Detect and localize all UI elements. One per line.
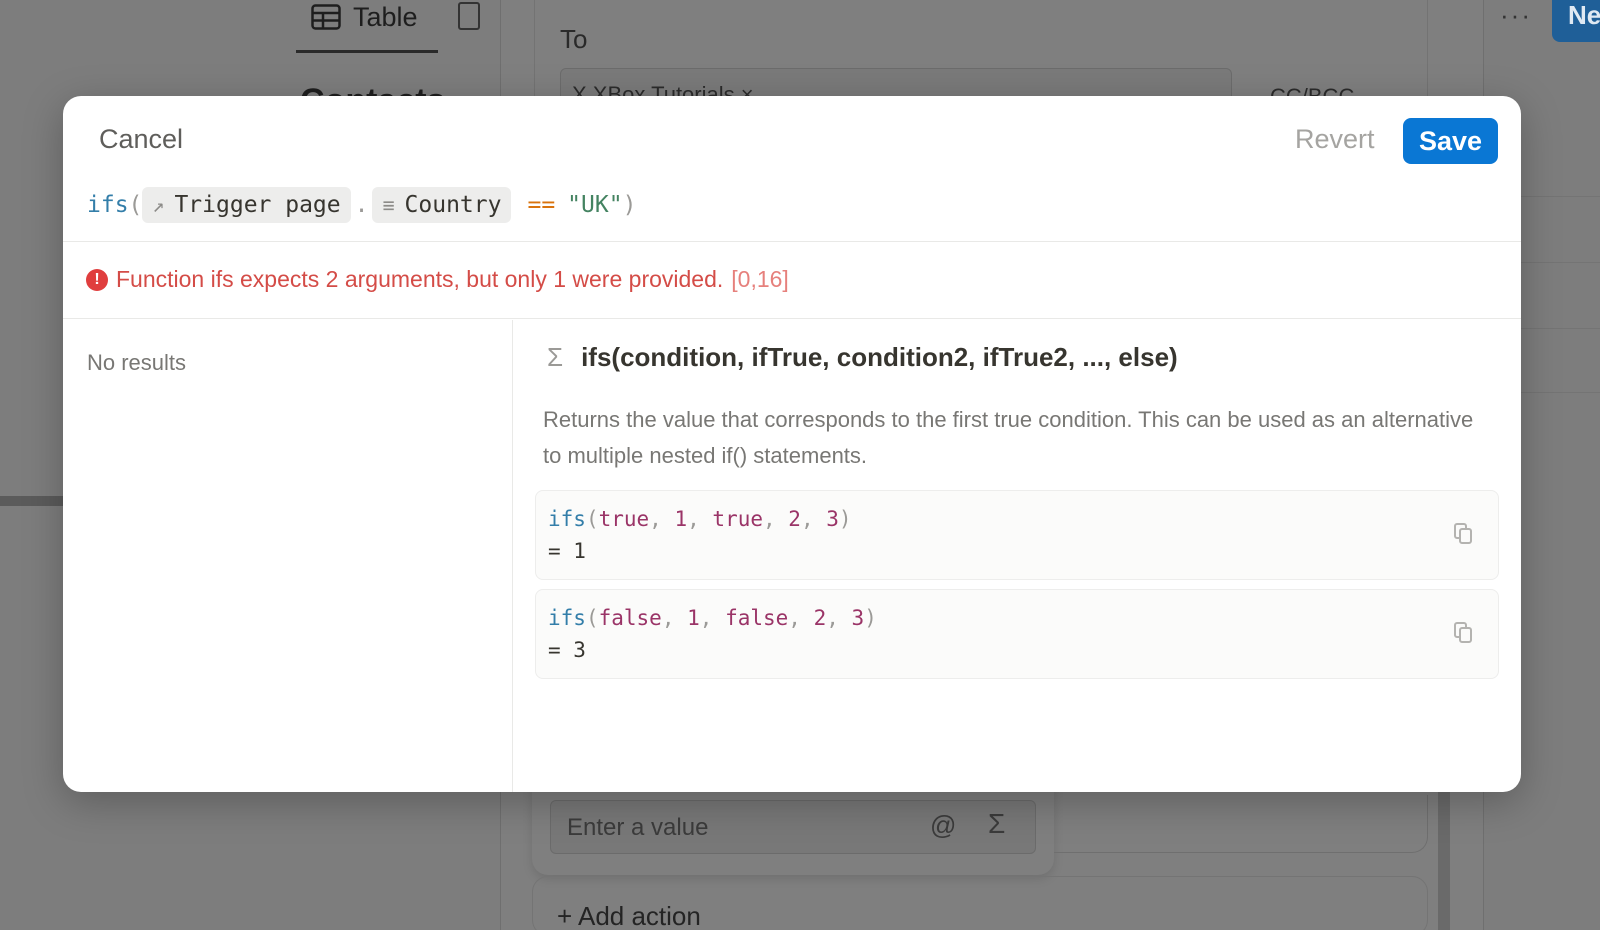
- formula-dot: .: [354, 192, 369, 218]
- trigger-page-label: Trigger page: [174, 192, 341, 218]
- example-block: ifs(true, 1, true, 2, 3) = 1: [535, 490, 1499, 580]
- country-property-chip[interactable]: ≡ Country: [372, 187, 512, 223]
- function-signature: Σ ifs(condition, ifTrue, condition2, ifT…: [547, 342, 1178, 373]
- copy-icon[interactable]: [1454, 622, 1472, 644]
- to-label: To: [560, 24, 588, 54]
- formula-editor-modal: Cancel Revert Save ifs ( ↗ Trigger page …: [63, 96, 1521, 792]
- error-message: Function ifs expects 2 arguments, but on…: [116, 266, 724, 292]
- example-code: ifs(false, 1, false, 2, 3): [548, 606, 877, 630]
- copy-icon[interactable]: [1454, 523, 1472, 545]
- country-property-label: Country: [404, 192, 502, 218]
- background-card: [1054, 795, 1428, 853]
- example-result: = 3: [548, 638, 586, 662]
- formula-close-paren: ): [622, 192, 637, 218]
- more-options-icon: ···: [1500, 0, 1532, 30]
- formula-function-name: ifs: [87, 192, 129, 218]
- error-icon: !: [86, 268, 108, 291]
- formula-error: ! Function ifs expects 2 arguments, but …: [86, 266, 789, 293]
- add-action-button: + Add action: [532, 876, 1428, 930]
- view-tab-label: Table: [353, 1, 418, 32]
- suggestions-pane: No results: [63, 320, 513, 792]
- modal-header: Cancel Revert Save: [63, 96, 1521, 180]
- function-description: Returns the value that corresponds to th…: [543, 407, 1474, 468]
- error-range: [0,16]: [731, 266, 789, 292]
- formula-operator: ==: [527, 192, 556, 218]
- panel-scrollbar: [1438, 790, 1450, 930]
- cancel-button[interactable]: Cancel: [99, 124, 183, 155]
- mention-icon: @: [930, 810, 957, 840]
- formula-icon: Σ: [988, 808, 1006, 839]
- example-block: ifs(false, 1, false, 2, 3) = 3: [535, 589, 1499, 679]
- trigger-page-chip[interactable]: ↗ Trigger page: [142, 187, 351, 223]
- formula-input[interactable]: ifs ( ↗ Trigger page . ≡ Country == "UK"…: [87, 184, 636, 226]
- revert-button[interactable]: Revert: [1295, 124, 1375, 155]
- table-icon: [311, 4, 341, 30]
- new-button: Ne: [1552, 0, 1600, 42]
- formula-string-literal: "UK": [567, 192, 623, 218]
- sigma-icon: Σ: [547, 342, 564, 372]
- view-tab-underline: [296, 50, 438, 53]
- example-result: = 1: [548, 539, 586, 563]
- example-code: ifs(true, 1, true, 2, 3): [548, 507, 852, 531]
- page-icon: [458, 2, 480, 30]
- signature-text: ifs(condition, ifTrue, condition2, ifTru…: [581, 342, 1178, 372]
- value-input: Enter a value: [550, 800, 1036, 854]
- background-divider: [0, 496, 64, 506]
- save-button[interactable]: Save: [1403, 118, 1498, 164]
- formula-divider: [63, 241, 1521, 242]
- no-results-text: No results: [87, 350, 187, 375]
- text-property-icon: ≡: [382, 193, 395, 217]
- error-divider: [63, 318, 1521, 319]
- view-tab-table: Table: [311, 0, 418, 34]
- formula-open-paren: (: [128, 192, 143, 218]
- relation-arrow-icon: ↗: [152, 193, 165, 217]
